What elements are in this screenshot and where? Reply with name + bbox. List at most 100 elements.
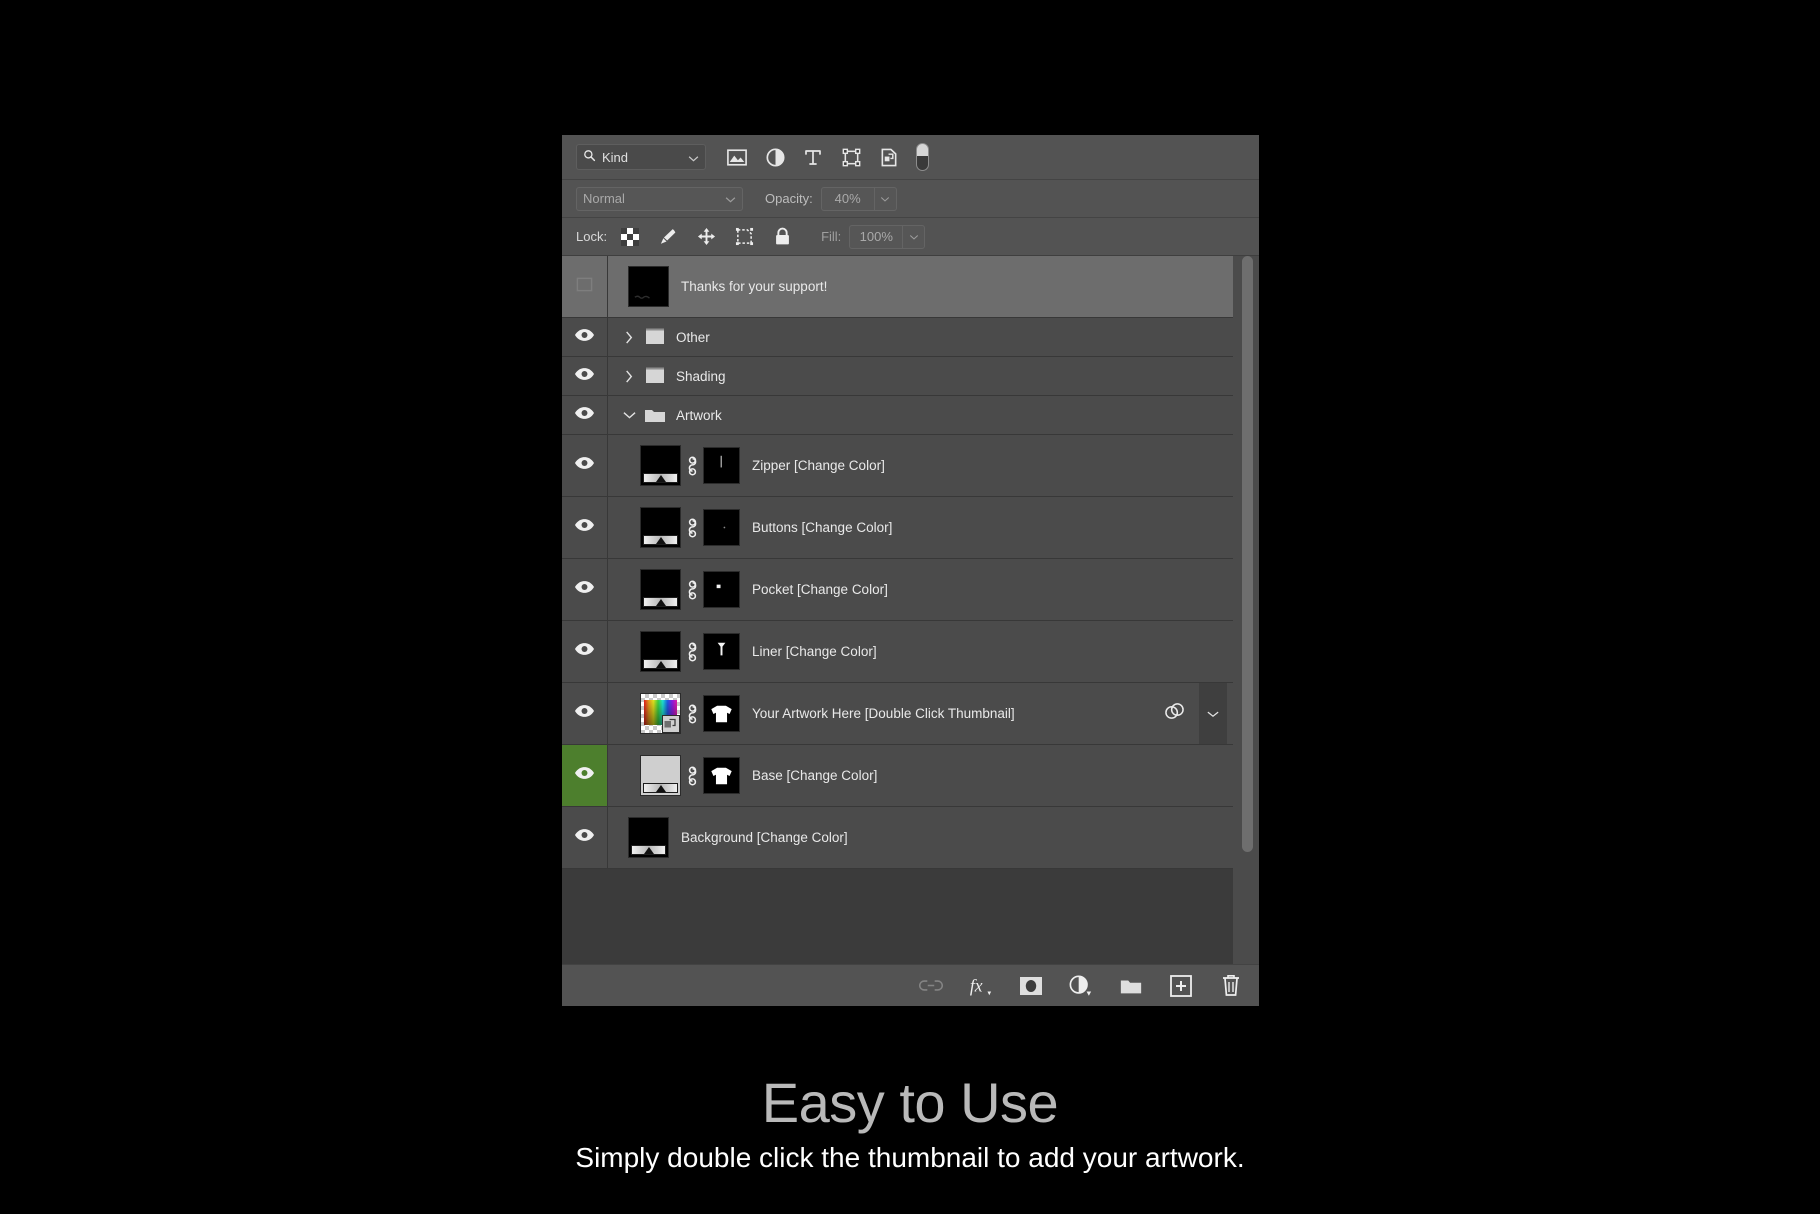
group-expand-arrow[interactable] [616,370,642,383]
layer-row-base[interactable]: Base [Change Color] [562,745,1233,807]
lock-all-icon[interactable] [771,226,793,248]
layer-row-shading[interactable]: Shading [562,357,1233,396]
mask-link-icon[interactable] [681,580,703,600]
layer-row-other[interactable]: Other [562,318,1233,357]
visibility-toggle[interactable] [562,559,608,620]
text-thumbnail[interactable] [628,266,669,307]
folder-open-icon [642,405,668,425]
gradient-map-thumbnail[interactable] [640,755,681,796]
lock-pixels-icon[interactable] [657,226,679,248]
gradient-map-thumbnail[interactable] [628,817,669,858]
mask-link-icon[interactable] [681,518,703,538]
layer-row-content: Thanks for your support! [608,256,1233,317]
layer-name: Buttons [Change Color] [752,520,892,535]
layer-row-content: Artwork [608,396,1233,434]
layer-mask-thumbnail[interactable] [703,509,740,546]
layer-row-liner[interactable]: Liner [Change Color] [562,621,1233,683]
svg-text:fx: fx [970,975,983,995]
layer-row-buttons[interactable]: Buttons [Change Color] [562,497,1233,559]
adjustment-filter-icon[interactable] [764,146,786,168]
visibility-toggle[interactable] [562,256,608,317]
layer-row-zipper[interactable]: Zipper [Change Color] [562,435,1233,497]
chevron-down-icon[interactable] [902,226,924,248]
layer-row-thanks-for-your-support[interactable]: Thanks for your support! [562,256,1233,318]
layer-row-pocket[interactable]: Pocket [Change Color] [562,559,1233,621]
folder-closed-icon [642,327,668,347]
layer-effects-indicator[interactable] [1156,683,1193,744]
layer-row-artwork[interactable]: Artwork [562,396,1233,435]
layer-row-your-artwork-here[interactable]: Your Artwork Here [Double Click Thumbnai… [562,683,1233,745]
mask-link-icon[interactable] [681,766,703,786]
eye-icon [574,704,595,723]
layer-row-content: Your Artwork Here [Double Click Thumbnai… [608,683,1233,744]
visibility-toggle[interactable] [562,357,608,395]
visibility-toggle[interactable] [562,745,608,806]
visibility-toggle[interactable] [562,621,608,682]
new-layer-icon[interactable] [1169,974,1193,998]
group-collapse-arrow[interactable] [616,411,642,419]
new-adjustment-layer-icon[interactable] [1069,974,1093,998]
gradient-map-thumbnail[interactable] [640,445,681,486]
lock-position-icon[interactable] [695,226,717,248]
smart-object-badge [662,715,680,733]
lock-transparency-icon[interactable] [619,226,641,248]
shirt-mask-thumbnail[interactable] [703,695,740,732]
shirt-mask-thumbnail[interactable] [703,757,740,794]
opacity-field[interactable]: 40% [821,187,897,211]
group-expand-arrow[interactable] [616,331,642,344]
add-layer-mask-icon[interactable] [1019,974,1043,998]
layer-name: Base [Change Color] [752,768,877,783]
visibility-toggle[interactable] [562,396,608,434]
visibility-toggle[interactable] [562,497,608,558]
layer-name: Artwork [676,408,722,423]
layer-mask-thumbnail[interactable] [703,633,740,670]
gradient-bar [631,845,666,855]
delete-layer-icon[interactable] [1219,974,1243,998]
visibility-toggle[interactable] [562,435,608,496]
filter-enable-toggle[interactable] [916,143,929,171]
smart-object-thumbnail[interactable] [640,693,681,734]
visibility-toggle[interactable] [562,318,608,356]
mask-link-icon[interactable] [681,456,703,476]
layer-mask-thumbnail[interactable] [703,447,740,484]
layers-panel-bottom-bar: fx [562,964,1259,1006]
layer-mask-thumbnail[interactable] [703,571,740,608]
gradient-map-thumbnail[interactable] [640,569,681,610]
layer-row-content: Liner [Change Color] [608,621,1233,682]
chevron-down-icon[interactable] [874,188,896,210]
layer-rows: Thanks for your support! [562,256,1259,869]
fill-field[interactable]: 100% [849,225,925,249]
layer-name: Pocket [Change Color] [752,582,888,597]
type-filter-icon[interactable] [802,146,824,168]
layer-name: Other [676,330,710,345]
caption-subtitle: Simply double click the thumbnail to add… [0,1142,1820,1174]
layer-list-empty-area[interactable] [562,869,1259,964]
mask-link-icon[interactable] [681,704,703,724]
chevron-down-icon [1207,705,1219,723]
visibility-toggle[interactable] [562,807,608,868]
gradient-map-thumbnail[interactable] [640,507,681,548]
blend-mode-dropdown[interactable]: Normal [576,187,743,211]
eye-icon [574,367,595,386]
new-group-icon[interactable] [1119,974,1143,998]
layer-row-content: Other [608,318,1233,356]
filter-kind-dropdown[interactable]: Kind [576,144,706,170]
lock-artboard-icon[interactable] [733,226,755,248]
layer-style-fx-icon[interactable]: fx [969,974,993,998]
shape-filter-icon[interactable] [840,146,862,168]
filter-kind-label: Kind [602,150,682,165]
smart-object-filter-icon[interactable] [878,146,900,168]
visibility-toggle[interactable] [562,683,608,744]
layer-row-background[interactable]: Background [Change Color] [562,807,1233,869]
layer-effects-expand[interactable] [1199,683,1227,744]
gradient-bar [643,535,678,545]
filter-type-icons [726,143,929,171]
opacity-label: Opacity: [765,191,813,206]
eye-icon [574,580,595,599]
layer-list[interactable]: Thanks for your support! [562,256,1259,964]
gradient-map-thumbnail[interactable] [640,631,681,672]
link-layers-icon[interactable] [919,974,943,998]
image-filter-icon[interactable] [726,146,748,168]
mask-link-icon[interactable] [681,642,703,662]
layer-row-right-controls [1156,683,1233,744]
